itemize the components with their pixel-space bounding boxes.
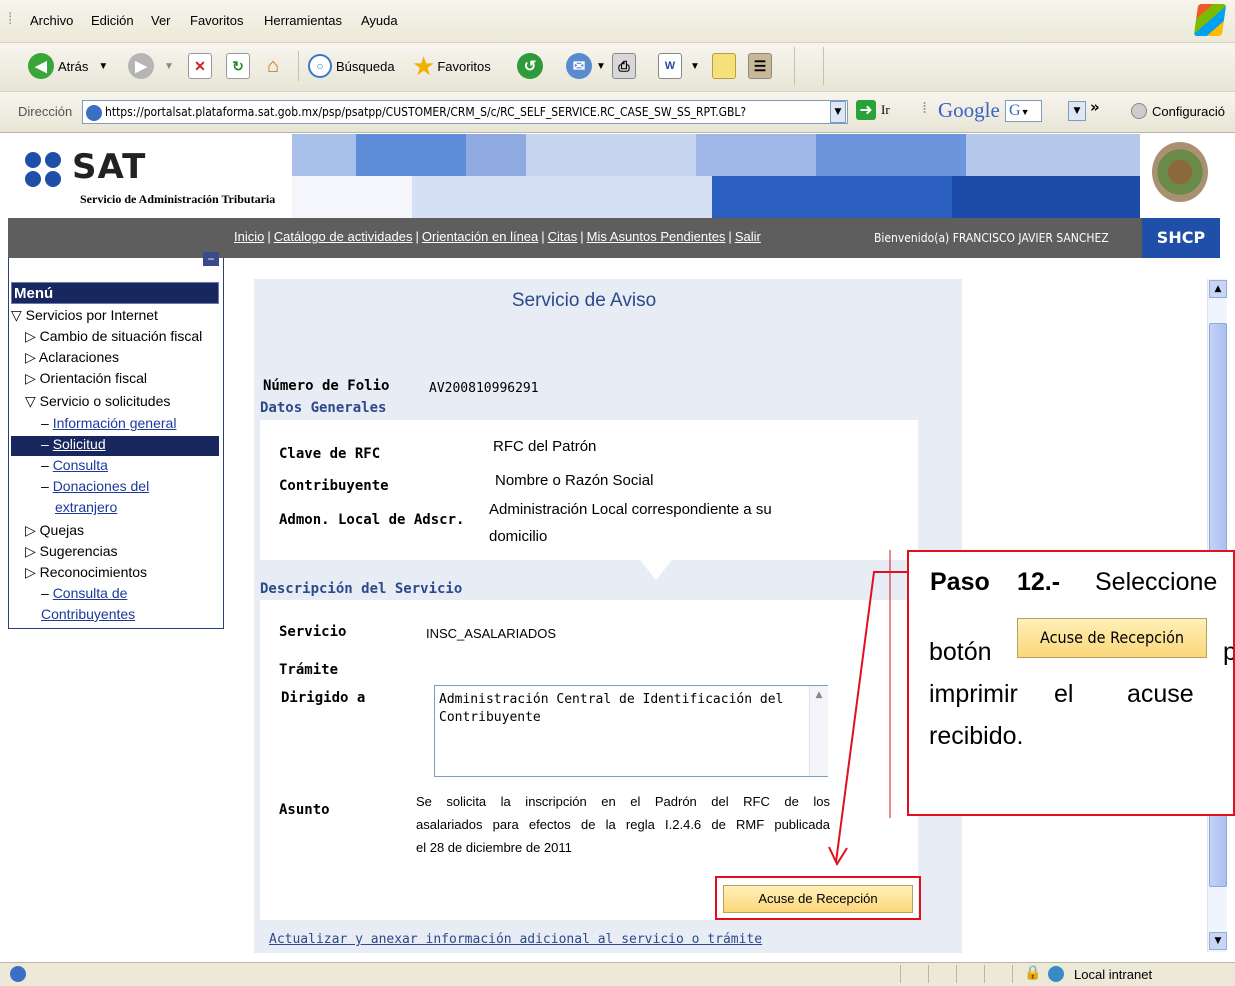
annotation-arrow bbox=[828, 550, 907, 867]
callout-paso: Paso bbox=[930, 568, 990, 596]
instruction-callout: Paso 12.- Seleccione botón Acuse de Rece… bbox=[907, 550, 1235, 816]
callout-text: botón bbox=[929, 638, 992, 666]
callout-text: el bbox=[1054, 680, 1074, 708]
callout-text: recibido. bbox=[929, 722, 1024, 750]
callout-step: 12.- bbox=[1017, 568, 1061, 596]
callout-text: imprimir bbox=[929, 680, 1018, 708]
callout-text: Seleccione bbox=[1095, 568, 1218, 596]
callout-acuse-button-image: Acuse de Recepción bbox=[1017, 618, 1207, 658]
callout-text: acuse bbox=[1127, 680, 1194, 708]
callout-text: p bbox=[1223, 638, 1233, 667]
